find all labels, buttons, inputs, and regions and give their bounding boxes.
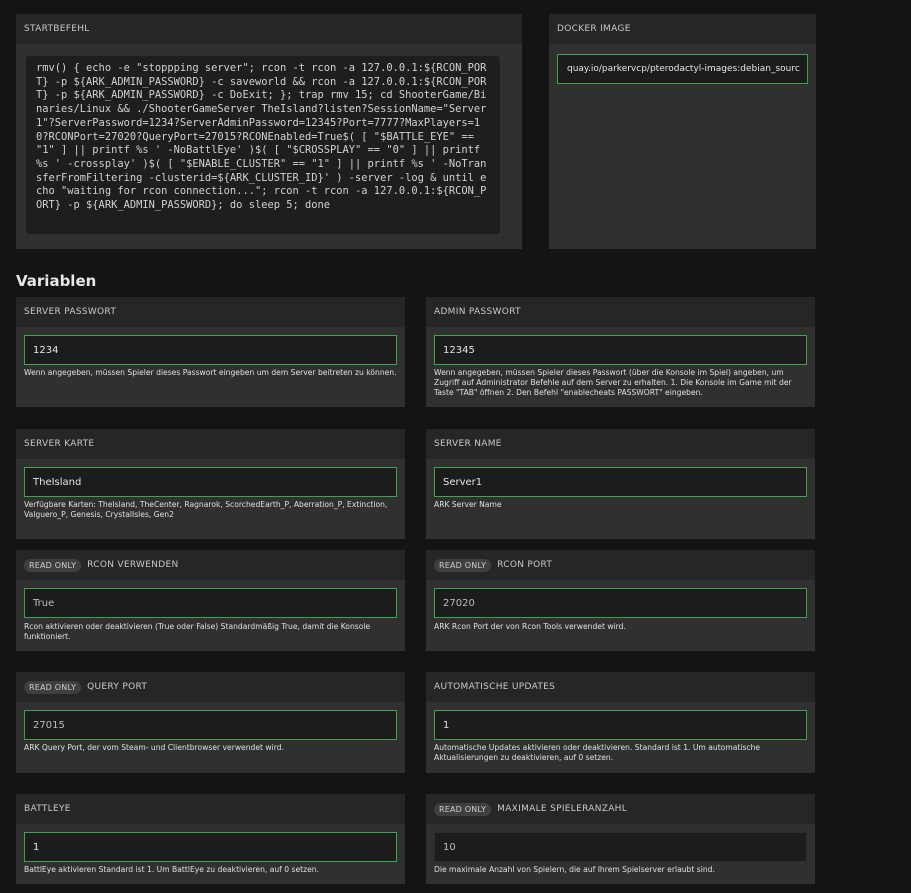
server-password-input[interactable]: 1234: [24, 335, 397, 365]
battleye-input[interactable]: 1: [24, 832, 397, 862]
var-server-map: SERVER KARTE TheIsland Verfügbare Karten…: [16, 429, 405, 539]
docker-image-select[interactable]: quay.io/parkervcp/pterodactyl-images:deb…: [557, 54, 808, 84]
admin-password-input[interactable]: 12345: [434, 335, 807, 365]
max-players-input: 10: [434, 832, 807, 862]
read-only-badge: READ ONLY: [24, 680, 82, 694]
var-admin-password: ADMIN PASSWORT 12345 Wenn angegeben, müs…: [426, 297, 815, 407]
var-help: BattlEye aktivieren Standard ist 1. Um B…: [24, 865, 319, 874]
var-label: SERVER KARTE: [24, 439, 95, 449]
var-label: RCON VERWENDEN: [87, 560, 179, 570]
var-server-name: SERVER NAME Server1 ARK Server Name: [426, 429, 815, 539]
docker-panel: DOCKER IMAGE quay.io/parkervcp/pterodact…: [549, 14, 816, 249]
var-query-port: READ ONLY QUERY PORT 27015 ARK Query Port…: [16, 672, 405, 773]
var-rcon-enabled: READ ONLY RCON VERWENDEN True Rcon aktivi…: [16, 550, 405, 651]
var-label: MAXIMALE SPIELERANZAHL: [497, 804, 628, 814]
var-help: Rcon aktivieren oder deaktivieren (True …: [24, 622, 371, 641]
var-auto-updates: AUTOMATISCHE UPDATES 1 Automatische Upda…: [426, 672, 815, 773]
variables-title: Variablen: [16, 272, 97, 290]
server-map-input[interactable]: TheIsland: [24, 467, 397, 497]
startup-command: rmv() { echo -e "stoppping server"; rcon…: [26, 56, 500, 234]
var-server-password: SERVER PASSWORT 1234 Wenn angegeben, müs…: [16, 297, 405, 407]
read-only-badge: READ ONLY: [434, 802, 492, 816]
var-label: BATTLEYE: [24, 804, 71, 814]
var-label: AUTOMATISCHE UPDATES: [434, 682, 556, 692]
var-help: Wenn angegeben, müssen Spieler dieses Pa…: [434, 368, 792, 397]
query-port-input: 27015: [24, 710, 397, 740]
startup-header: STARTBEFEHL: [24, 24, 90, 34]
read-only-badge: READ ONLY: [434, 558, 492, 572]
var-label: RCON PORT: [497, 560, 553, 570]
var-help: Wenn angegeben, müssen Spieler dieses Pa…: [24, 368, 397, 377]
read-only-badge: READ ONLY: [24, 558, 82, 572]
startup-panel: STARTBEFEHL rmv() { echo -e "stoppping s…: [16, 14, 522, 249]
rcon-enabled-input: True: [24, 588, 397, 618]
server-name-input[interactable]: Server1: [434, 467, 807, 497]
var-label: SERVER NAME: [434, 439, 502, 449]
var-battleye: BATTLEYE 1 BattlEye aktivieren Standard …: [16, 794, 405, 884]
var-rcon-port: READ ONLY RCON PORT 27020 ARK Rcon Port d…: [426, 550, 815, 651]
var-help: Automatische Updates aktivieren oder dea…: [434, 743, 761, 762]
var-label: SERVER PASSWORT: [24, 307, 117, 317]
var-label: QUERY PORT: [87, 682, 148, 692]
var-help: ARK Query Port, der vom Steam- und Clien…: [24, 743, 284, 752]
docker-header: DOCKER IMAGE: [557, 24, 631, 34]
var-label: ADMIN PASSWORT: [434, 307, 521, 317]
auto-updates-input[interactable]: 1: [434, 710, 807, 740]
var-help: ARK Server Name: [434, 500, 502, 509]
var-help: Die maximale Anzahl von Spielern, die au…: [434, 865, 715, 874]
rcon-port-input: 27020: [434, 588, 807, 618]
var-help: ARK Rcon Port der von Rcon Tools verwend…: [434, 622, 626, 631]
var-max-players: READ ONLY MAXIMALE SPIELERANZAHL 10 Die m…: [426, 794, 815, 884]
var-help: Verfügbare Karten: TheIsland, TheCenter,…: [24, 500, 388, 519]
